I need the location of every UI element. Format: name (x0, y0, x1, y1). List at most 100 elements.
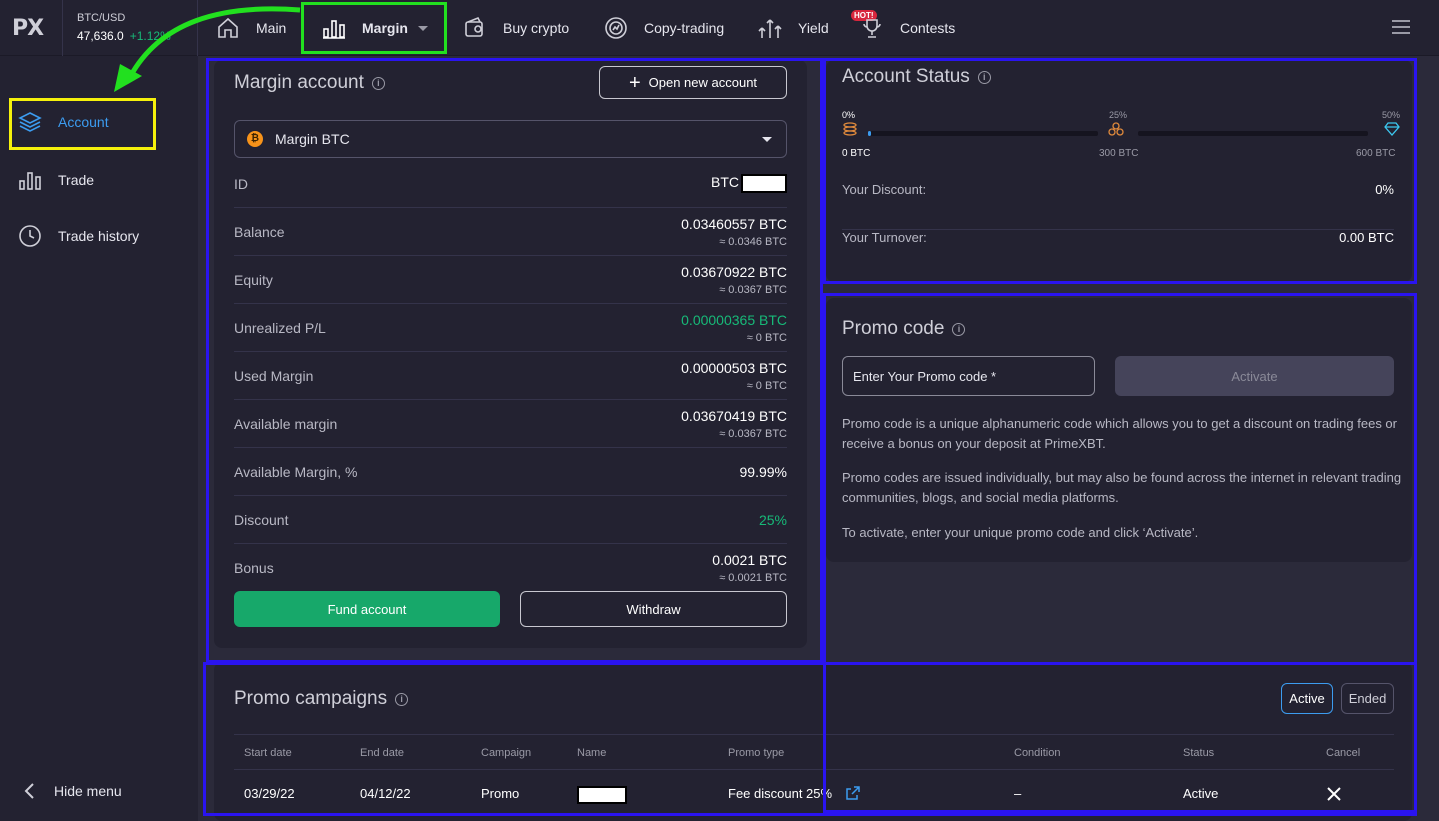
account-status-panel: Account Status i 0% 25% 50% 0 BTC 300 BTC… (826, 60, 1412, 282)
chevron-down-icon (762, 137, 772, 142)
nav-contests-label: Contests (900, 20, 956, 36)
trophy-icon (863, 19, 881, 38)
promo-description: Promo code is a unique alphanumeric code… (842, 416, 1397, 451)
table-row: 03/29/22 04/12/22 Promo Fee discount 25%… (234, 770, 1394, 816)
sidebar-item-label: Trade (58, 172, 95, 188)
panel-title: Promo code i (842, 318, 966, 340)
row-used-margin: Used Margin 0.00000503 BTC ≈ 0 BTC (234, 352, 787, 400)
column-header[interactable]: Status (1183, 747, 1214, 759)
your-discount-row: Your Discount: 0% (842, 182, 1394, 230)
column-header[interactable]: Start date (244, 747, 292, 759)
row-available-margin: Available margin 0.03670419 BTC ≈ 0.0367… (234, 400, 787, 448)
withdraw-button[interactable]: Withdraw (520, 591, 787, 627)
panel-title: Promo campaigns i (234, 688, 409, 710)
coins-icon (843, 122, 857, 136)
nav-contests[interactable]: Contests (860, 0, 955, 56)
cell-end-date: 04/12/22 (360, 786, 411, 801)
activate-button[interactable]: Activate (1115, 356, 1394, 396)
level-amount: 0 BTC (842, 148, 871, 159)
copy-trading-icon (605, 17, 627, 39)
promo-campaigns-panel: Promo campaigns i Active Ended Start date… (214, 662, 1412, 821)
panel-title: Account Status i (842, 66, 991, 88)
filter-active-button[interactable]: Active (1281, 683, 1333, 714)
yield-icon (758, 19, 782, 38)
column-header[interactable]: Condition (1014, 747, 1060, 759)
column-header[interactable]: End date (360, 747, 404, 759)
account-details: ID BTC Balance 0.03460557 BTC ≈ 0.0346 B… (234, 160, 787, 592)
plus-icon: + (628, 71, 641, 94)
promo-description: Promo codes are issued individually, but… (842, 470, 1402, 505)
sidebar: Account Trade Trade history Hide menu (0, 56, 198, 821)
chevron-left-icon (24, 783, 34, 799)
row-id: ID BTC (234, 160, 787, 208)
redacted-name (577, 786, 627, 804)
column-header[interactable]: Cancel (1326, 747, 1360, 759)
progress-track (868, 131, 1098, 136)
row-unrealized-pl: Unrealized P/L 0.00000365 BTC ≈ 0 BTC (234, 304, 787, 352)
nav-buy-crypto-label: Buy crypto (503, 20, 570, 36)
sidebar-item-trade[interactable]: Trade (18, 168, 94, 192)
progress-fill (868, 131, 871, 136)
column-header[interactable]: Campaign (481, 747, 531, 759)
panel-title: Margin account i (234, 72, 385, 94)
cell-name (577, 786, 627, 807)
info-icon[interactable]: i (977, 70, 991, 84)
coin-stack-icon (1108, 122, 1124, 136)
nav-yield-label: Yield (798, 20, 829, 36)
clock-icon (19, 225, 41, 247)
info-icon[interactable]: i (395, 692, 409, 706)
cell-condition: – (1014, 786, 1022, 801)
nav-main-label: Main (256, 20, 287, 36)
bar-chart-icon (19, 172, 41, 190)
sidebar-item-label: Trade history (58, 228, 140, 244)
cell-promo-type: Fee discount 25% (728, 786, 860, 801)
close-icon[interactable] (1326, 786, 1342, 802)
nav-main[interactable]: Main (216, 0, 286, 56)
level-pct: 50% (1382, 110, 1401, 120)
promo-code-input[interactable] (842, 356, 1095, 396)
account-select[interactable]: ₿ Margin BTC (234, 120, 787, 158)
sidebar-item-trade-history[interactable]: Trade history (18, 224, 139, 248)
ticker-widget[interactable]: BTC/USD 47,636.0 +1.12% (62, 0, 198, 56)
highlight-box (301, 2, 447, 54)
column-header[interactable]: Name (577, 747, 606, 759)
level-pct: 25% (1109, 110, 1128, 120)
external-link-icon[interactable] (845, 786, 860, 800)
hide-menu-label: Hide menu (54, 783, 122, 799)
progress-track (1138, 131, 1368, 136)
nav-buy-crypto[interactable]: Buy crypto (463, 0, 569, 56)
filter-ended-button[interactable]: Ended (1341, 683, 1394, 714)
turnover-progress: 0% 25% 50% 0 BTC 300 BTC 600 BTC (842, 110, 1401, 160)
info-icon[interactable]: i (371, 76, 385, 90)
cell-campaign: Promo (481, 786, 520, 801)
margin-account-panel: Margin account i + Open new account ₿ Marg… (214, 60, 807, 648)
open-new-account-button[interactable]: + Open new account (599, 66, 787, 99)
ticker-price: 47,636.0 +1.12% (77, 29, 171, 43)
info-icon[interactable]: i (952, 322, 966, 336)
nav-copy-trading[interactable]: Copy-trading (604, 0, 724, 56)
account-select-value: Margin BTC (275, 131, 350, 147)
fund-account-button[interactable]: Fund account (234, 591, 500, 627)
home-icon (218, 17, 238, 38)
ticker-pair: BTC/USD (77, 12, 126, 24)
cell-start-date: 03/29/22 (244, 786, 295, 801)
row-equity: Equity 0.03670922 BTC ≈ 0.0367 BTC (234, 256, 787, 304)
level-pct: 0% (842, 110, 856, 120)
highlight-box (9, 98, 156, 150)
column-header[interactable]: Promo type (728, 747, 784, 759)
hide-menu-button[interactable]: Hide menu (22, 782, 122, 800)
menu-icon[interactable] (1392, 20, 1410, 38)
promo-instruction: To activate, enter your unique promo cod… (842, 525, 1199, 540)
level-amount: 600 BTC (1356, 148, 1396, 159)
campaigns-table: Start date End date Campaign Name Promo … (234, 734, 1394, 816)
your-turnover-row: Your Turnover: 0.00 BTC (842, 230, 1394, 245)
row-discount: Discount 25% (234, 496, 787, 544)
wallet-icon (465, 16, 483, 37)
app-logo[interactable]: PX (12, 16, 44, 41)
row-available-margin-pct: Available Margin, % 99.99% (234, 448, 787, 496)
diamond-icon (1384, 122, 1400, 136)
row-balance: Balance 0.03460557 BTC ≈ 0.0346 BTC (234, 208, 787, 256)
promo-code-panel: Promo codei Activate Promo code is a uni… (826, 298, 1412, 562)
redacted-id (741, 174, 787, 193)
nav-yield[interactable]: Yield (758, 0, 829, 56)
